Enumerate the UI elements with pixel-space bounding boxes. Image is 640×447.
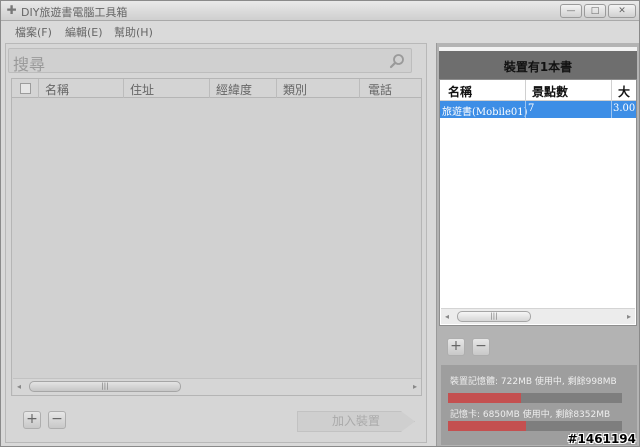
memory-card-bar-fill (448, 421, 527, 431)
column-header-category[interactable]: 類別 (283, 81, 307, 98)
device-books-table: 名稱 景點數 大小 旅遊書(Mobile01) 7 3.00 M ◂ ||| ▸ (439, 79, 637, 326)
places-table: 名稱 住址 經緯度 類別 電話 ◂ ||| ▸ (11, 78, 422, 396)
places-horizontal-scrollbar[interactable]: ◂ ||| ▸ (13, 378, 421, 395)
minimize-button[interactable]: — (560, 4, 582, 18)
remove-book-button[interactable]: − (472, 338, 490, 356)
app-icon: ✚ (6, 3, 17, 17)
add-to-device-button[interactable]: 加入裝置 (297, 411, 415, 432)
book-name: 旅遊書(Mobile01) (442, 107, 528, 118)
scroll-right-arrow-icon[interactable]: ▸ (627, 312, 631, 321)
device-column-spots[interactable]: 景點數 (532, 83, 568, 100)
add-book-button[interactable]: + (447, 338, 465, 356)
remove-place-button[interactable]: − (48, 411, 66, 429)
add-place-button[interactable]: + (23, 411, 41, 429)
memory-card-bar (448, 421, 622, 431)
scroll-thumb[interactable]: ||| (29, 381, 181, 392)
select-all-checkbox[interactable] (20, 83, 31, 94)
device-table-header: 名稱 景點數 大小 (440, 80, 636, 116)
device-header: 裝置有1本書 (439, 47, 637, 79)
menu-bar: 檔案(F) 編輯(E) 幫助(H) (1, 21, 639, 40)
close-button[interactable]: ✕ (608, 4, 636, 18)
search-icon[interactable] (389, 53, 405, 69)
device-memory-bar (448, 393, 622, 403)
memory-card-label: 記憶卡: 6850MB 使用中, 剩餘8352MB (450, 410, 611, 420)
scroll-right-arrow-icon[interactable]: ▸ (413, 382, 417, 391)
scroll-thumb[interactable]: ||| (457, 311, 531, 322)
search-input[interactable]: 搜尋 (13, 51, 45, 75)
window-title: DIY旅遊書電腦工具箱 (21, 6, 128, 19)
menu-help[interactable]: 幫助(H) (114, 24, 153, 40)
title-bar[interactable]: ✚ DIY旅遊書電腦工具箱 — □ ✕ (1, 1, 639, 21)
menu-file[interactable]: 檔案(F) (15, 24, 52, 40)
app-window: ✚ DIY旅遊書電腦工具箱 — □ ✕ 檔案(F) 編輯(E) 幫助(H) 搜尋… (0, 0, 640, 447)
places-table-header: 名稱 住址 經緯度 類別 電話 (12, 79, 421, 98)
column-header-phone[interactable]: 電話 (368, 81, 392, 98)
device-memory-label: 裝置記憶體: 722MB 使用中, 剩餘998MB (450, 377, 617, 387)
watermark: #1461194 (567, 432, 636, 446)
device-horizontal-scrollbar[interactable]: ◂ ||| ▸ (441, 308, 635, 324)
device-book-row[interactable]: 旅遊書(Mobile01) 7 3.00 M (440, 101, 636, 118)
device-memory-bar-fill (448, 393, 522, 403)
device-column-name[interactable]: 名稱 (448, 83, 472, 100)
scroll-left-arrow-icon[interactable]: ◂ (17, 382, 21, 391)
search-box[interactable]: 搜尋 (8, 48, 412, 75)
column-header-coordinates[interactable]: 經緯度 (216, 81, 252, 98)
book-size: 3.00 M (613, 103, 636, 114)
device-title: 裝置有1本書 (503, 60, 573, 74)
book-spots: 7 (528, 103, 535, 114)
scroll-left-arrow-icon[interactable]: ◂ (445, 312, 449, 321)
menu-edit[interactable]: 編輯(E) (65, 24, 103, 40)
maximize-button[interactable]: □ (584, 4, 606, 18)
column-header-name[interactable]: 名稱 (45, 81, 69, 98)
column-header-address[interactable]: 住址 (130, 81, 154, 98)
